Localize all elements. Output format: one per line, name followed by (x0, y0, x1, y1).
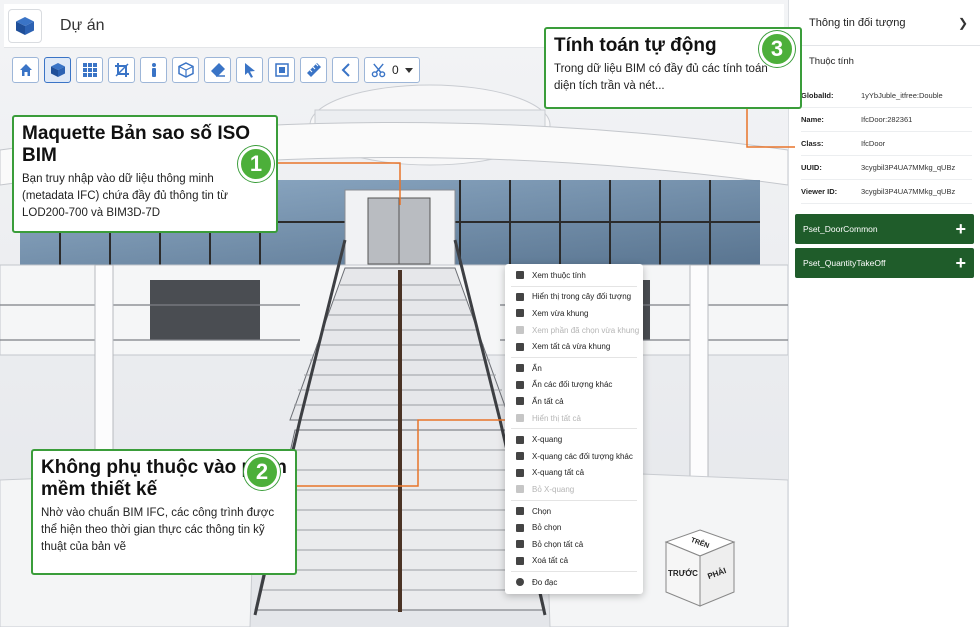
callout-title: Tính toán tự động (554, 35, 717, 56)
callout-3-leader-line (746, 108, 795, 148)
callout-text: Trong dữ liệu BIM có đầy đủ các tính toá… (554, 63, 768, 92)
callout-number-badge: 3 (759, 31, 795, 67)
